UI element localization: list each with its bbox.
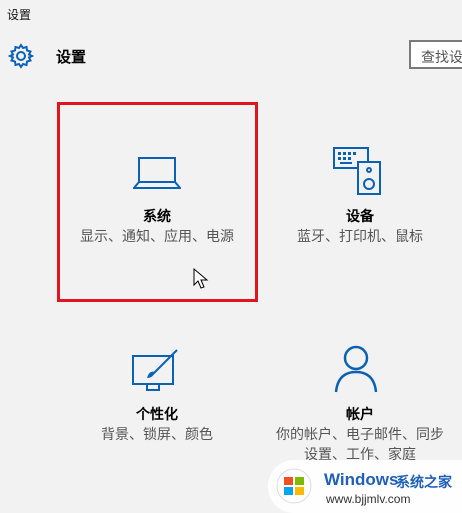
windows-logo-icon xyxy=(276,468,312,504)
page-title: 设置 xyxy=(56,49,87,66)
personalization-icon xyxy=(132,349,178,391)
window-title: 设置 xyxy=(7,8,32,22)
watermark-url: www.bjjmlv.com xyxy=(326,492,411,506)
watermark: Windows 系统之家 www.bjjmlv.com xyxy=(268,460,462,513)
tile-desc: 蓝牙、打印机、鼠标 xyxy=(297,228,423,244)
title-bar: 设置 xyxy=(0,0,462,28)
search-input[interactable]: 查找设置 xyxy=(409,40,462,69)
devices-icon xyxy=(333,147,381,195)
watermark-brand-cn: 系统之家 xyxy=(396,474,452,490)
tile-title: 帐户 xyxy=(346,406,374,422)
tile-desc: 你的帐户、电子邮件、同步设置、工作、家庭 xyxy=(276,426,444,462)
tile-personalization[interactable]: 个性化 背景、锁屏、颜色 xyxy=(57,318,257,508)
tile-devices[interactable]: 设备 蓝牙、打印机、鼠标 xyxy=(260,102,460,302)
gear-icon xyxy=(8,43,34,69)
highlight-box xyxy=(57,102,258,302)
mouse-cursor-icon xyxy=(193,268,209,289)
search-placeholder: 查找设置 xyxy=(421,49,462,65)
tile-title: 个性化 xyxy=(136,406,178,422)
account-icon xyxy=(334,345,378,393)
tile-desc: 背景、锁屏、颜色 xyxy=(101,426,213,442)
watermark-brand: Windows xyxy=(324,470,399,489)
tile-title: 设备 xyxy=(346,208,374,224)
